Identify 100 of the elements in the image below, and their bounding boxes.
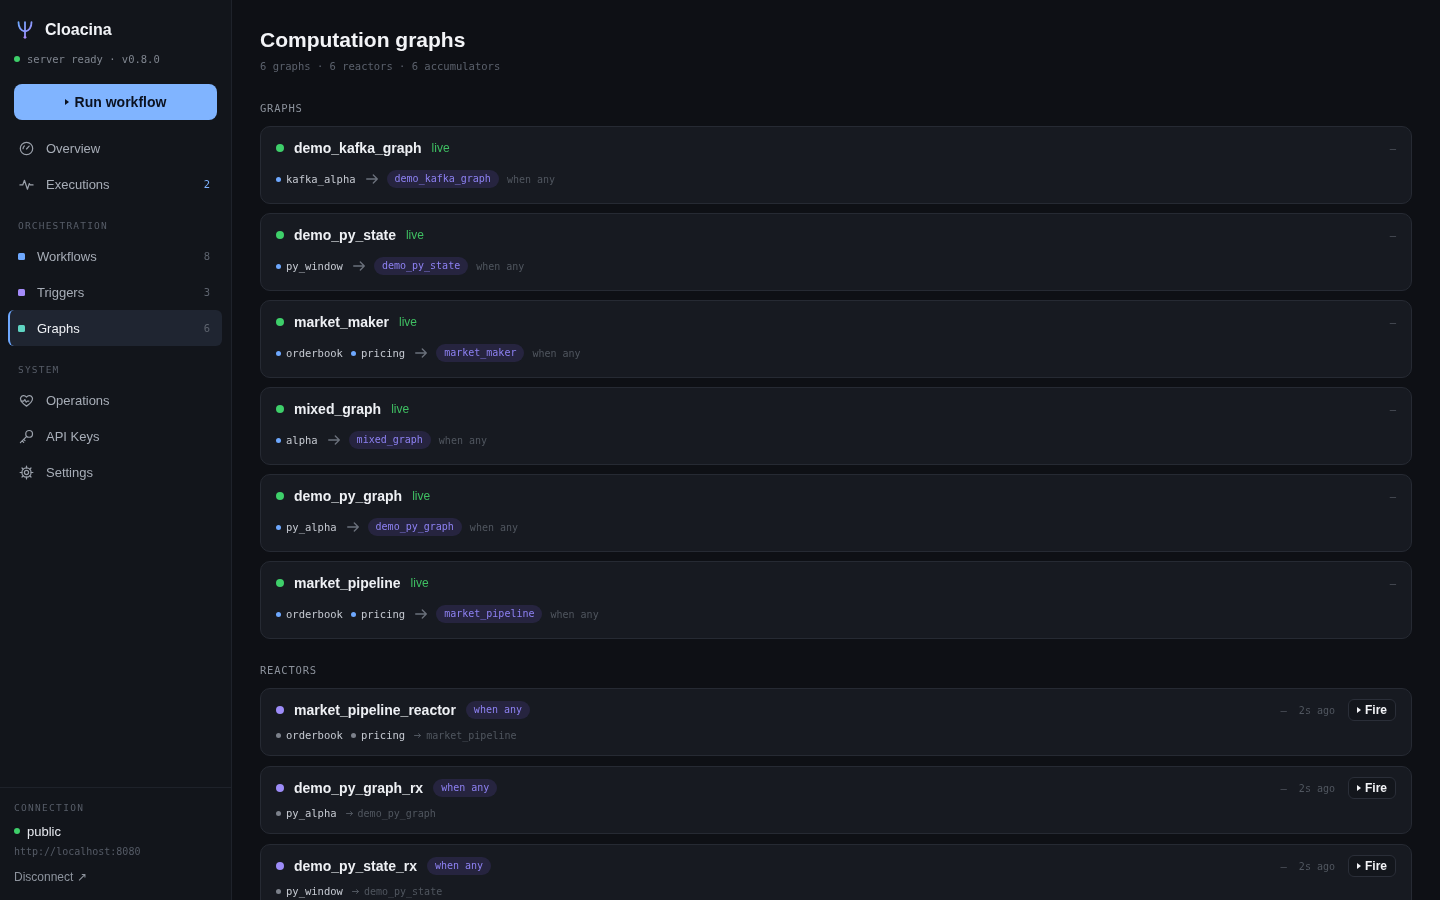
- source-name: py_window: [286, 260, 343, 272]
- arrow-icon: [345, 810, 353, 816]
- source-dot-icon: [276, 176, 281, 182]
- condition-text: when any: [550, 608, 599, 620]
- metric-value: —: [1389, 403, 1396, 415]
- last-fired-time: 2s ago: [1298, 860, 1335, 872]
- gauge-icon: [19, 140, 34, 156]
- section-heading: CONNECTION: [14, 802, 86, 814]
- condition-tag: when any: [433, 779, 498, 797]
- server-status-text: server ready · v0.8.0: [27, 53, 160, 65]
- nav-item[interactable]: Graphs 6: [8, 310, 222, 346]
- graph-name: demo_py_graph: [294, 488, 403, 504]
- fire-button[interactable]: Fire: [1348, 777, 1396, 799]
- nav-item[interactable]: Triggers 3: [8, 274, 222, 310]
- source-dot-icon: [276, 437, 281, 443]
- status-label: live: [410, 576, 429, 590]
- condition-tag: when any: [465, 701, 531, 719]
- arrow-icon: [414, 732, 422, 738]
- logo-icon: [17, 21, 33, 39]
- target-name: market_pipeline: [426, 729, 517, 741]
- metric-value: —: [1280, 782, 1287, 794]
- graph-name: market_maker: [294, 314, 389, 330]
- metric-value: —: [1389, 142, 1396, 154]
- nav-item[interactable]: API Keys: [8, 418, 222, 454]
- metric-value: —: [1389, 490, 1396, 502]
- item-count: 3: [203, 286, 210, 298]
- disconnect-link[interactable]: Disconnect ↗: [14, 870, 87, 884]
- nav-item[interactable]: Settings: [8, 454, 222, 490]
- condition-text: when any: [532, 347, 581, 359]
- source-name: pricing: [360, 608, 406, 620]
- condition-text: when any: [476, 260, 525, 272]
- status-dot-icon: [276, 784, 284, 792]
- play-icon: [1357, 707, 1361, 713]
- item-count: 8: [203, 250, 210, 262]
- play-icon: [64, 99, 69, 105]
- section-heading: SYSTEM: [18, 364, 61, 376]
- graph-name: demo_kafka_graph: [294, 140, 422, 156]
- condition-tag: when any: [426, 857, 492, 875]
- source-name: orderbook: [286, 608, 343, 620]
- play-icon: [1357, 863, 1361, 869]
- graph-name: market_pipeline: [294, 575, 401, 591]
- source-dot-icon: [276, 810, 281, 816]
- condition-text: when any: [438, 434, 487, 446]
- status-label: live: [412, 489, 431, 503]
- reactor-name: demo_py_graph_rx: [294, 780, 424, 796]
- metric-value: —: [1389, 229, 1396, 241]
- target-name: demo_py_state: [363, 885, 443, 897]
- nav-item[interactable]: Operations: [8, 382, 222, 418]
- metric-value: —: [1280, 704, 1287, 716]
- fire-button[interactable]: Fire: [1348, 855, 1396, 877]
- source-name: orderbook: [286, 729, 343, 741]
- last-fired-time: 2s ago: [1298, 782, 1335, 794]
- source-dot-icon: [350, 611, 356, 617]
- play-icon: [1357, 785, 1361, 791]
- metric-value: —: [1280, 860, 1287, 872]
- graph-name: demo_py_state: [294, 227, 396, 243]
- section-heading: GRAPHS: [260, 101, 304, 115]
- nav-item[interactable]: Workflows 8: [8, 238, 222, 274]
- source-name: pricing: [360, 347, 406, 359]
- section-heading: ORCHESTRATION: [18, 220, 109, 232]
- item-count: 2: [203, 178, 210, 190]
- run-workflow-button[interactable]: Run workflow: [14, 84, 217, 120]
- source-dot-icon: [276, 611, 281, 617]
- fire-button[interactable]: Fire: [1348, 699, 1396, 721]
- source-name: pricing: [360, 729, 406, 741]
- nav-item[interactable]: Executions 2: [8, 166, 222, 202]
- arrow-icon: [352, 261, 365, 271]
- graph-name: mixed_graph: [294, 401, 382, 417]
- source-dot-icon: [276, 263, 281, 269]
- server-url: http://localhost:8080: [14, 845, 142, 858]
- source-dot-icon: [276, 524, 281, 530]
- nav-item[interactable]: Overview: [8, 130, 222, 166]
- source-dot-icon: [276, 350, 281, 356]
- source-name: py_alpha: [286, 807, 337, 819]
- source-dot-icon: [276, 888, 281, 894]
- section-heading: REACTORS: [260, 663, 318, 677]
- heart-pulse-icon: [19, 392, 34, 408]
- arrow-icon: [365, 174, 378, 184]
- arrow-icon: [415, 609, 428, 619]
- source-name: py_alpha: [286, 521, 337, 533]
- target-tag: mixed_graph: [348, 431, 431, 449]
- arrow-icon: [346, 522, 359, 532]
- reactor-name: market_pipeline_reactor: [294, 702, 456, 718]
- status-dot-icon: [276, 706, 284, 714]
- status-label: live: [398, 315, 417, 329]
- target-name: demo_py_graph: [357, 807, 436, 819]
- page-title: Computation graphs: [260, 27, 467, 53]
- item-count: 6: [203, 322, 210, 334]
- source-dot-icon: [350, 732, 356, 738]
- app-name: Cloacina: [45, 21, 112, 39]
- target-tag: market_maker: [436, 344, 525, 362]
- source-name: kafka_alpha: [286, 173, 356, 185]
- metric-value: —: [1389, 577, 1396, 589]
- source-dot-icon: [276, 732, 281, 738]
- status-label: live: [391, 402, 410, 416]
- connection-name: public: [27, 823, 61, 839]
- arrow-icon: [327, 435, 340, 445]
- arrow-icon: [415, 348, 428, 358]
- status-dot-icon: [276, 862, 284, 870]
- condition-text: when any: [469, 521, 519, 533]
